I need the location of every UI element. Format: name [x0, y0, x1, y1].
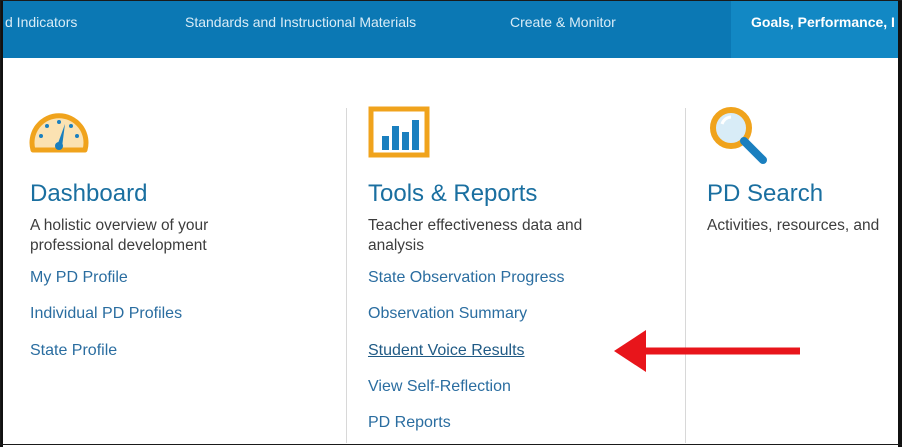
dashboard-title: Dashboard: [30, 180, 148, 207]
dashboard-description-line1: A holistic overview of your: [30, 217, 209, 234]
link-pd-reports[interactable]: PD Reports: [368, 414, 451, 432]
link-individual-pd-profiles[interactable]: Individual PD Profiles: [30, 305, 182, 323]
dashboard-description-line2: professional development: [30, 237, 207, 254]
pd-search-description-line1: Activities, resources, and: [707, 217, 880, 234]
link-state-profile[interactable]: State Profile: [30, 342, 117, 360]
column-divider-1: [346, 108, 347, 443]
tools-reports-title: Tools & Reports: [368, 180, 538, 207]
tools-reports-description-line1: Teacher effectiveness data and: [368, 217, 583, 234]
link-my-pd-profile[interactable]: My PD Profile: [30, 269, 128, 287]
speedometer-icon: [29, 113, 89, 153]
link-state-observation-progress[interactable]: State Observation Progress: [368, 269, 565, 287]
dashboard-description: A holistic overview of your professional…: [30, 216, 208, 256]
link-student-voice-results[interactable]: Student Voice Results: [368, 342, 525, 360]
pd-search-description: Activities, resources, and: [707, 216, 879, 236]
link-observation-summary[interactable]: Observation Summary: [368, 305, 527, 323]
red-arrow-annotation: [614, 330, 800, 372]
bar-chart-icon: [368, 106, 430, 158]
magnifier-icon: [710, 107, 767, 164]
tools-reports-description: Teacher effectiveness data and analysis: [368, 216, 582, 256]
column-divider-2: [685, 108, 686, 443]
link-view-self-reflection[interactable]: View Self-Reflection: [368, 378, 511, 396]
pd-search-title: PD Search: [707, 180, 824, 207]
tools-reports-description-line2: analysis: [368, 237, 424, 254]
